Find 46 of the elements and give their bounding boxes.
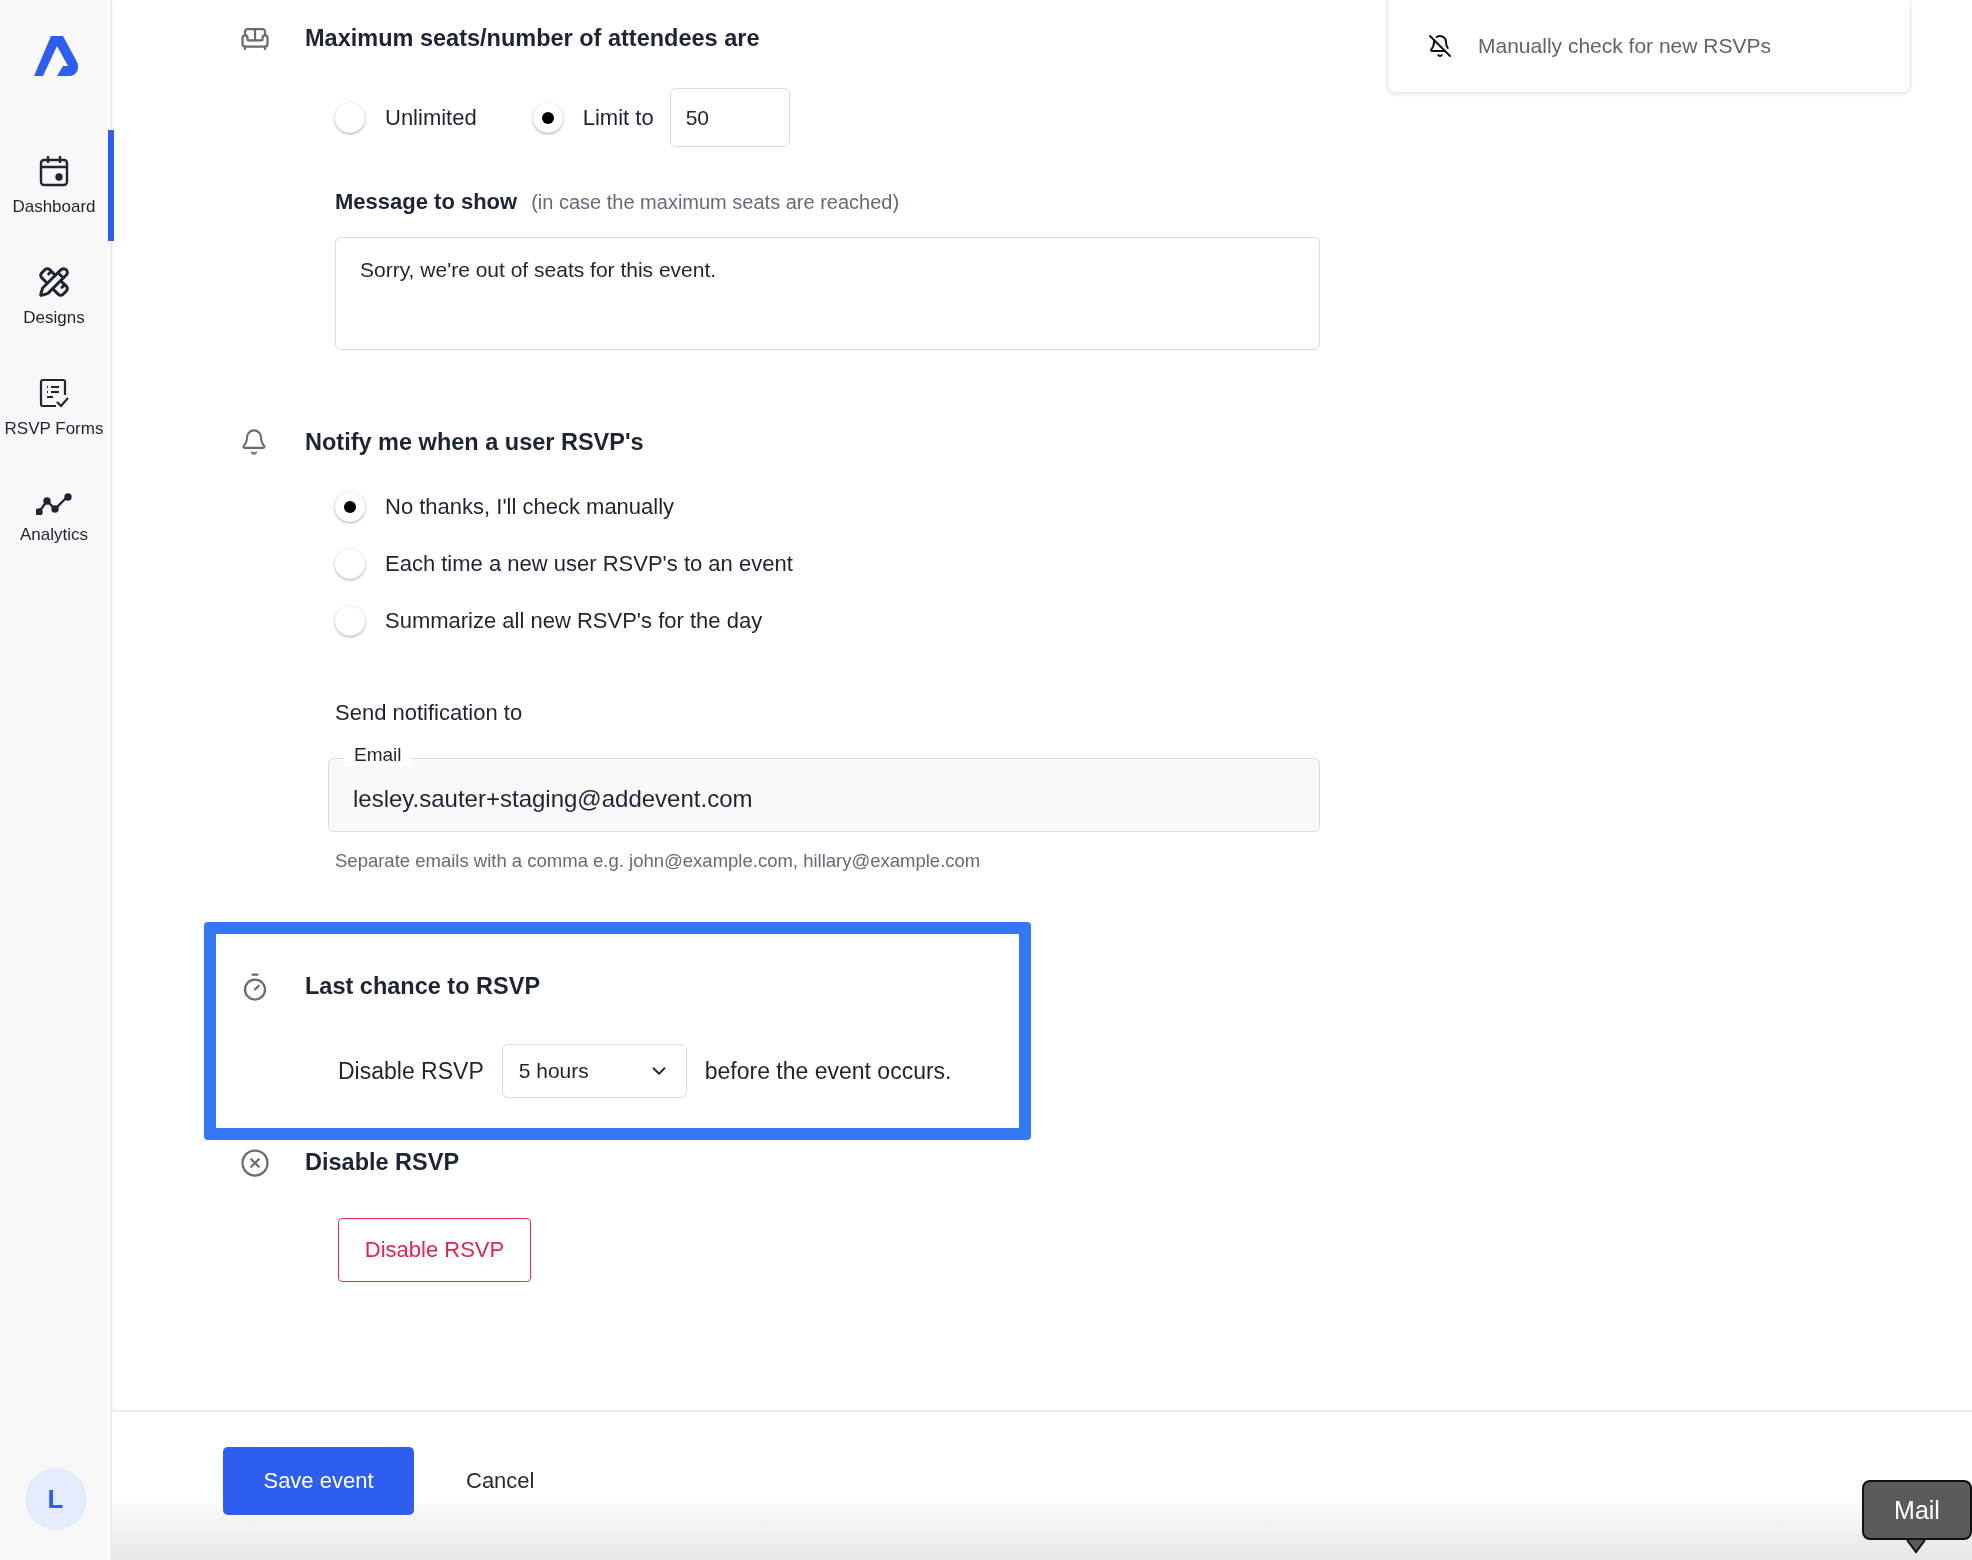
before-event-text: before the event occurs. [704,1057,952,1085]
sidebar-item[interactable]: Dashboard [0,130,114,241]
radio-option[interactable]: Summarize all new RSVP's for the day [335,606,1357,636]
radio-option[interactable]: Unlimited [335,102,477,133]
save-event-button[interactable]: Save event [223,1447,414,1515]
section-title: Disable RSVP [305,1148,461,1176]
user-avatar[interactable]: L [24,1468,87,1530]
pencil-ruler-icon [38,265,70,298]
radio-button[interactable] [335,102,365,133]
section-title: Last chance to RSVP [305,972,542,1000]
sidebar-item[interactable]: Designs [0,241,114,352]
section-title: Notify me when a user RSVP's [305,428,645,456]
radio-label: Summarize all new RSVP's for the day [385,608,763,634]
line-chart-icon [36,492,72,515]
sidebar-item[interactable]: RSVP Forms [0,352,114,463]
radio-button[interactable] [335,549,365,579]
radio-option[interactable]: Limit to [532,102,654,133]
radio-option[interactable]: No thanks, I'll check manually [335,492,1357,522]
sidebar-item[interactable]: Analytics [0,463,114,574]
radio-label: Unlimited [385,104,477,131]
disable-rsvp-button[interactable]: Disable RSVP [338,1218,531,1282]
x-circle-icon [240,1148,270,1178]
helper-text: Separate emails with a comma e.g. john@example.com, hillary@example.com [335,850,982,872]
radio-option[interactable]: Each time a new user RSVP's to an event [335,549,1357,579]
section-title: Maximum seats/number of attendees are [305,24,761,52]
summary-text: Manually check for new RSVPs [1478,34,1771,58]
radio-label: Each time a new user RSVP's to an event [385,551,793,577]
message-hint: (in case the maximum seats are reached) [531,191,900,214]
limit-input[interactable]: 50 [669,88,790,147]
cancel-button[interactable]: Cancel [466,1468,535,1494]
checklist-icon [38,376,70,409]
radio-label: No thanks, I'll check manually [385,494,675,520]
calendar-icon [39,154,69,187]
disable-rsvp-label: Disable RSVP [338,1057,484,1085]
bell-icon [240,428,268,456]
radio-button[interactable] [335,606,365,636]
hours-select[interactable]: 5 hours [501,1044,687,1098]
bell-off-icon [1428,34,1452,58]
radio-button[interactable] [532,102,563,133]
message-textarea[interactable]: Sorry, we're out of seats for this event. [335,237,1320,350]
tooltip-tail [1906,1539,1926,1554]
mail-tooltip: Mail [1862,1480,1972,1540]
send-notification-label: Send notification to [335,700,524,726]
message-label: Message to show [335,189,518,215]
radio-button[interactable] [335,492,365,522]
radio-label: Limit to [582,104,654,131]
